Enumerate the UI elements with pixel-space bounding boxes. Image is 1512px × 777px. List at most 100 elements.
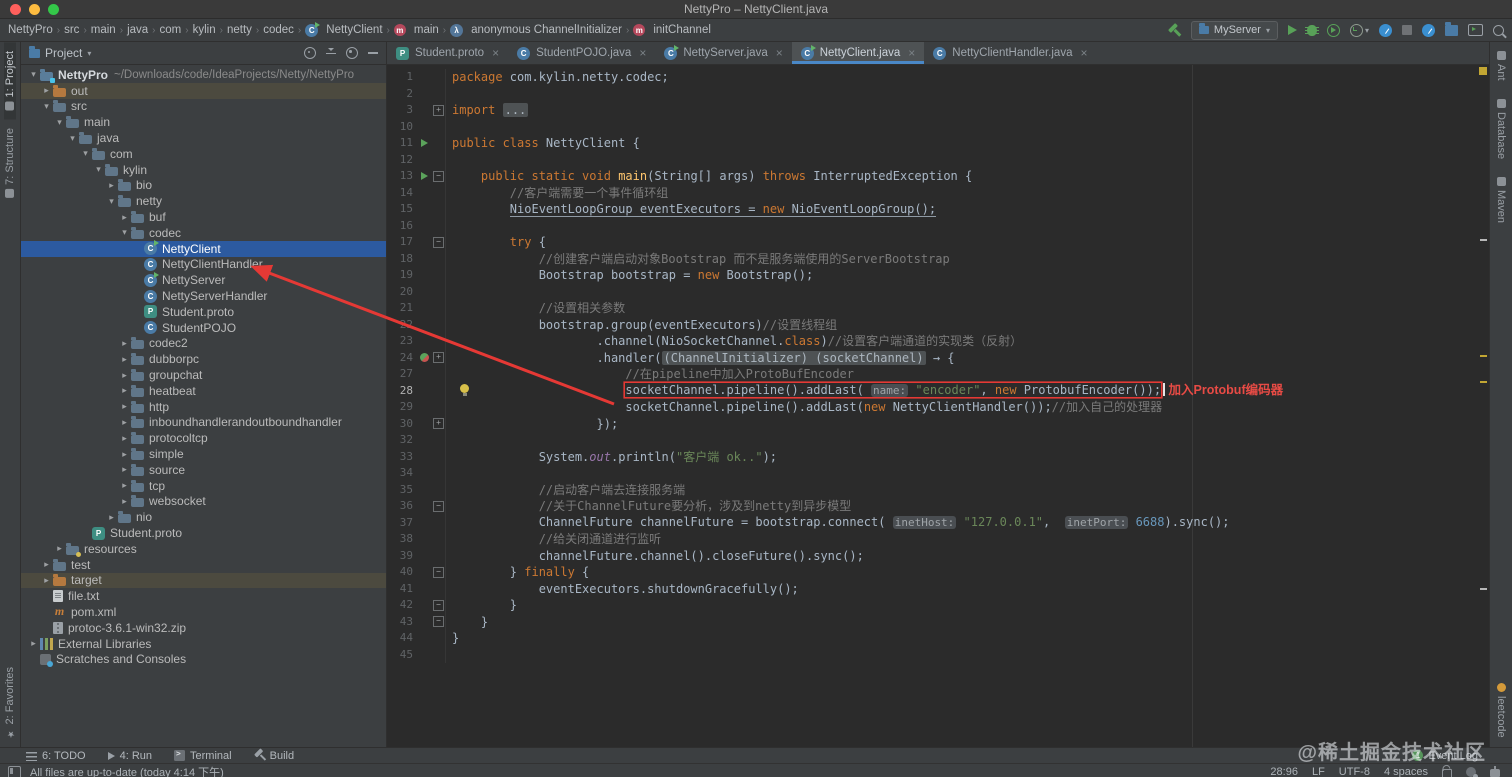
stop-button[interactable] bbox=[1402, 25, 1412, 35]
code-text[interactable]: //关于ChannelFuture要分析，涉及到netty到异步模型 bbox=[446, 498, 852, 515]
bottom-tool-6-todo[interactable]: 6: TODO bbox=[26, 750, 86, 762]
tree-item-protoc-3-6-1-win32-zip[interactable]: protoc-3.6.1-win32.zip bbox=[21, 620, 386, 636]
chevron-down-icon[interactable]: ▾ bbox=[87, 49, 91, 58]
tree-right-arrow-icon[interactable]: ▸ bbox=[118, 385, 131, 396]
code-text[interactable]: eventExecutors.shutdownGracefully(); bbox=[446, 581, 799, 598]
tree-right-arrow-icon[interactable]: ▸ bbox=[40, 559, 53, 570]
code-line-3[interactable]: 3 + import ... bbox=[387, 102, 1489, 119]
stripe-mark[interactable] bbox=[1480, 239, 1487, 241]
stripe-mark[interactable] bbox=[1480, 588, 1487, 590]
line-number[interactable]: 1 bbox=[387, 69, 416, 86]
tree-down-arrow-icon[interactable]: ▾ bbox=[66, 133, 79, 144]
line-number[interactable]: 2 bbox=[387, 86, 416, 103]
fold-collapse-icon[interactable]: − bbox=[433, 616, 444, 628]
tab-nettyserver-java[interactable]: C NettyServer.java × bbox=[655, 42, 791, 64]
hide-panel-icon[interactable] bbox=[368, 52, 378, 54]
code-line-36[interactable]: 36 − //关于ChannelFuture要分析，涉及到netty到异步模型 bbox=[387, 498, 1489, 515]
close-tab-icon[interactable]: × bbox=[1080, 47, 1087, 59]
code-line-33[interactable]: 33 System.out.println("客户端 ok.."); bbox=[387, 448, 1489, 466]
tree-right-arrow-icon[interactable]: ▸ bbox=[40, 575, 53, 586]
close-tab-icon[interactable]: × bbox=[492, 47, 499, 59]
code-line-35[interactable]: 35 //启动客户端去连接服务端 bbox=[387, 481, 1489, 499]
code-text[interactable]: public class NettyClient { bbox=[446, 135, 640, 152]
breadcrumb-item-codec[interactable]: codec bbox=[263, 24, 294, 36]
code-text[interactable]: package com.kylin.netty.codec; bbox=[446, 69, 669, 86]
tool-window-favorites[interactable]: ★ 2: Favorites bbox=[4, 658, 16, 747]
tree-item-groupchat[interactable]: ▸ groupchat bbox=[21, 367, 386, 383]
tab-studentpojo-java[interactable]: C StudentPOJO.java × bbox=[508, 42, 655, 64]
tab-student-proto[interactable]: P Student.proto × bbox=[387, 42, 508, 64]
event-log-label[interactable]: Event Log bbox=[1428, 750, 1478, 762]
code-line-18[interactable]: 18 //创建客户端启动对象Bootstrap 而不是服务端使用的ServerB… bbox=[387, 250, 1489, 268]
line-number[interactable]: 30 bbox=[387, 416, 416, 433]
tree-down-arrow-icon[interactable]: ▾ bbox=[105, 196, 118, 207]
code-line-20[interactable]: 20 bbox=[387, 283, 1489, 300]
code-line-21[interactable]: 21 //设置相关参数 bbox=[387, 300, 1489, 317]
reader-mode-icon[interactable] bbox=[1490, 766, 1500, 777]
breadcrumb-item-src[interactable]: src bbox=[64, 24, 79, 36]
code-text[interactable]: import ... bbox=[446, 102, 529, 119]
attach-profiler-icon[interactable] bbox=[1422, 23, 1435, 37]
caret-position[interactable]: 28:96 bbox=[1270, 766, 1298, 777]
tool-window-structure[interactable]: 7: Structure bbox=[4, 119, 16, 207]
code-text[interactable]: socketChannel.pipeline().addLast(new Net… bbox=[446, 399, 1162, 416]
line-number[interactable]: 43 bbox=[387, 614, 416, 631]
line-number[interactable]: 41 bbox=[387, 581, 416, 598]
build-hammer-icon[interactable] bbox=[1168, 24, 1181, 37]
tree-item-external-libraries[interactable]: ▸ External Libraries bbox=[21, 636, 386, 652]
code-text[interactable]: try { bbox=[446, 234, 546, 251]
code-line-32[interactable]: 32 bbox=[387, 432, 1489, 449]
code-line-43[interactable]: 43 − } bbox=[387, 613, 1489, 631]
tree-item-tcp[interactable]: ▸ tcp bbox=[21, 478, 386, 494]
run-line-icon[interactable] bbox=[420, 172, 428, 181]
line-number[interactable]: 33 bbox=[387, 449, 416, 466]
tree-item-dubborpc[interactable]: ▸ dubborpc bbox=[21, 351, 386, 367]
breadcrumb-item-anonymous-channelinitializer[interactable]: λ anonymous ChannelInitializer bbox=[450, 23, 622, 37]
code-text[interactable]: //启动客户端去连接服务端 bbox=[446, 482, 685, 499]
project-panel-title[interactable]: Project bbox=[45, 46, 82, 60]
tree-down-arrow-icon[interactable]: ▾ bbox=[118, 227, 131, 238]
tab-nettyclient-java[interactable]: C NettyClient.java × bbox=[791, 42, 925, 64]
line-number[interactable]: 34 bbox=[387, 465, 416, 482]
tree-item-netty[interactable]: ▾ netty bbox=[21, 193, 386, 209]
bottom-tool-4-run[interactable]: 4: Run bbox=[107, 750, 152, 762]
code-line-41[interactable]: 41 eventExecutors.shutdownGracefully(); bbox=[387, 580, 1489, 598]
line-number[interactable]: 19 bbox=[387, 267, 416, 284]
tree-item-source[interactable]: ▸ source bbox=[21, 462, 386, 478]
tree-item-com[interactable]: ▾ com bbox=[21, 146, 386, 162]
tree-right-arrow-icon[interactable]: ▸ bbox=[118, 449, 131, 460]
line-number[interactable]: 14 bbox=[387, 185, 416, 202]
tree-right-arrow-icon[interactable]: ▸ bbox=[118, 480, 131, 491]
fold-collapse-icon[interactable]: − bbox=[433, 170, 444, 182]
tree-item-simple[interactable]: ▸ simple bbox=[21, 446, 386, 462]
settings-gear-icon[interactable] bbox=[346, 47, 358, 59]
code-line-22[interactable]: 22 bootstrap.group(eventExecutors)//设置线程… bbox=[387, 316, 1489, 333]
line-number[interactable]: 42 bbox=[387, 597, 416, 614]
indent-setting[interactable]: 4 spaces bbox=[1384, 766, 1428, 777]
tree-item-nettyserver[interactable]: C NettyServer bbox=[21, 271, 386, 288]
code-text[interactable]: //在pipeline中加入ProtoBufEncoder bbox=[446, 366, 854, 383]
tree-right-arrow-icon[interactable]: ▸ bbox=[118, 212, 131, 223]
line-number[interactable]: 38 bbox=[387, 531, 416, 548]
breadcrumb-item-nettypro[interactable]: NettyPro bbox=[8, 24, 53, 36]
lambda-icon[interactable] bbox=[419, 353, 429, 363]
highlighting-level-icon[interactable] bbox=[1466, 767, 1478, 777]
run-anything-icon[interactable] bbox=[1468, 24, 1483, 36]
tree-item-codec2[interactable]: ▸ codec2 bbox=[21, 336, 386, 352]
run-configuration-select[interactable]: MyServer ▾ bbox=[1190, 20, 1278, 40]
code-text[interactable]: .handler((ChannelInitializer) (socketCha… bbox=[446, 350, 955, 367]
fold-collapse-icon[interactable]: − bbox=[433, 500, 444, 512]
line-number[interactable]: 32 bbox=[387, 432, 416, 449]
code-text[interactable]: }); bbox=[446, 416, 618, 433]
tree-item-scratches-and-consoles[interactable]: Scratches and Consoles bbox=[21, 651, 386, 667]
tree-down-arrow-icon[interactable]: ▾ bbox=[79, 148, 92, 159]
tree-item-nettyserverhandler[interactable]: C NettyServerHandler bbox=[21, 288, 386, 304]
tree-item-pom-xml[interactable]: m pom.xml bbox=[21, 604, 386, 620]
code-line-1[interactable]: 1 package com.kylin.netty.codec; bbox=[387, 69, 1489, 86]
tree-item-inboundhandlerandoutboundhandler[interactable]: ▸ inboundhandlerandoutboundhandler bbox=[21, 415, 386, 431]
stripe-mark[interactable] bbox=[1480, 381, 1487, 383]
line-number[interactable]: 37 bbox=[387, 515, 416, 532]
tree-item-resources[interactable]: ▸ resources bbox=[21, 541, 386, 557]
code-line-12[interactable]: 12 bbox=[387, 151, 1489, 168]
line-number[interactable]: 18 bbox=[387, 251, 416, 268]
